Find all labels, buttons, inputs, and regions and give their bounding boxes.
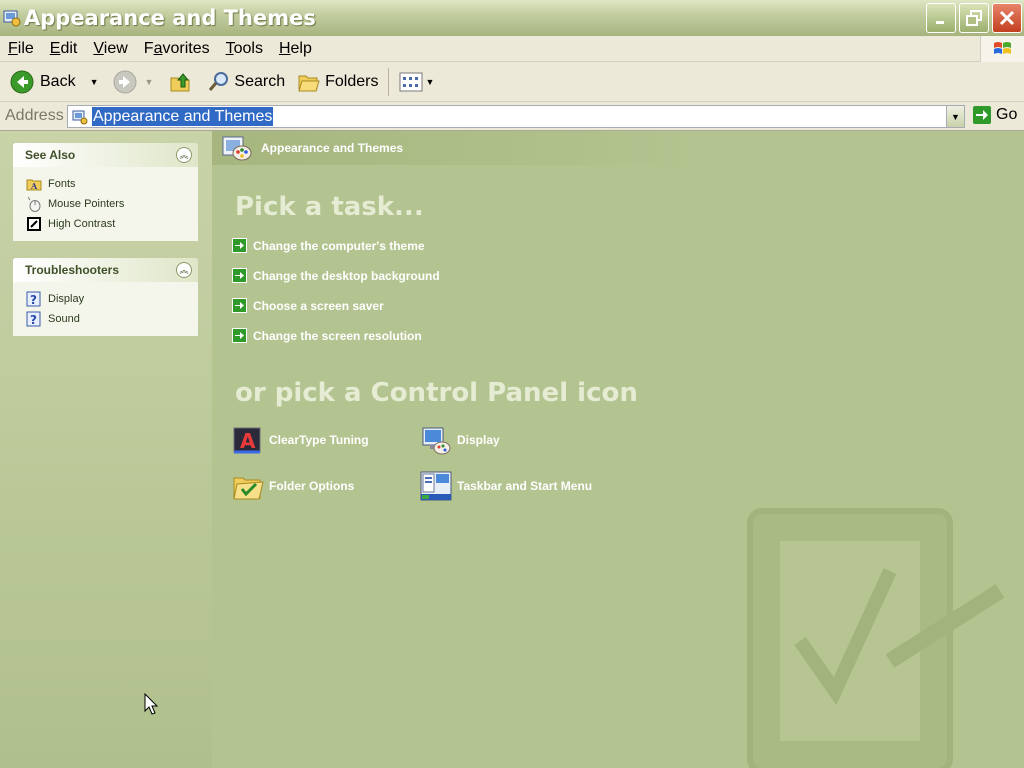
help-icon: ?	[26, 311, 41, 327]
help-icon: ?	[26, 291, 41, 307]
restore-icon	[966, 10, 982, 26]
troubleshooters-panel: Troubleshooters ︽ ? Display ? Sound	[13, 258, 198, 336]
control-panel-small-icon	[72, 110, 88, 124]
see-also-panel: See Also ︽ A Fonts Mouse Pointers High C…	[13, 143, 198, 241]
menu-bar: File Edit View Favorites Tools Help	[0, 36, 1024, 62]
cp-icon-display[interactable]: Display	[420, 424, 500, 456]
address-label: Address	[5, 107, 64, 124]
search-button[interactable]: Search	[203, 66, 289, 98]
views-icon	[399, 72, 423, 91]
folders-label: Folders	[325, 72, 379, 90]
forward-dropdown-icon[interactable]: ▼	[145, 77, 154, 87]
collapse-chevron-icon[interactable]: ︽	[176, 147, 192, 163]
cleartype-icon: A	[233, 427, 261, 454]
folder-options-icon	[233, 477, 264, 500]
task-pane: See Also ︽ A Fonts Mouse Pointers High C…	[0, 131, 212, 768]
see-also-high-contrast[interactable]: High Contrast	[26, 214, 198, 234]
see-also-fonts[interactable]: A Fonts	[26, 174, 198, 194]
views-button[interactable]: ▼	[395, 66, 438, 98]
address-bar: Address Appearance and Themes ▼ Go	[0, 102, 1024, 131]
pick-task-heading: Pick a task...	[235, 192, 424, 222]
folders-button[interactable]: Folders	[293, 66, 382, 98]
menu-edit[interactable]: Edit	[42, 40, 86, 58]
go-arrow-icon	[973, 106, 991, 124]
category-title: Appearance and Themes	[261, 141, 404, 155]
watermark-checklist-icon	[747, 508, 1005, 768]
menu-file[interactable]: File	[0, 40, 42, 58]
close-button[interactable]	[992, 3, 1022, 33]
menu-favorites[interactable]: Favorites	[136, 40, 218, 58]
display-icon	[422, 427, 451, 455]
title-bar[interactable]: Appearance and Themes	[0, 0, 1024, 36]
cp-icon-cleartype[interactable]: A ClearType Tuning	[232, 424, 369, 456]
green-arrow-icon	[232, 238, 247, 253]
category-header: Appearance and Themes	[212, 131, 1024, 165]
window-title: Appearance and Themes	[24, 6, 316, 30]
views-dropdown-icon[interactable]: ▼	[425, 77, 434, 87]
cp-icon-folder-options[interactable]: Folder Options	[232, 470, 354, 502]
close-icon	[999, 10, 1015, 26]
minimize-icon	[936, 21, 944, 24]
high-contrast-icon	[27, 217, 41, 231]
troubleshooters-header[interactable]: Troubleshooters ︽	[13, 258, 198, 282]
search-icon	[209, 71, 229, 91]
menu-tools[interactable]: Tools	[218, 40, 271, 58]
mouse-icon	[28, 196, 41, 212]
forward-button[interactable]: ▼	[109, 66, 158, 98]
address-dropdown-button[interactable]: ▼	[946, 106, 964, 127]
appearance-themes-icon	[222, 136, 252, 161]
green-arrow-icon	[232, 328, 247, 343]
back-button[interactable]: Back ▼	[6, 66, 103, 98]
category-view: Appearance and Themes Pick a task... Cha…	[212, 131, 1024, 768]
toolbar: Back ▼ ▼ Search Folders ▼	[0, 62, 1024, 102]
content-area: See Also ︽ A Fonts Mouse Pointers High C…	[0, 131, 1024, 768]
see-also-title: See Also	[25, 148, 76, 162]
windows-logo	[980, 36, 1024, 62]
see-also-mouse-pointers[interactable]: Mouse Pointers	[26, 194, 198, 214]
windows-flag-icon	[993, 42, 1011, 54]
pick-icon-heading: or pick a Control Panel icon	[235, 378, 638, 408]
fonts-folder-icon: A	[26, 179, 42, 191]
svg-text:?: ?	[30, 293, 37, 307]
task-change-background[interactable]: Change the desktop background	[232, 268, 440, 283]
go-label: Go	[996, 106, 1018, 123]
see-also-header[interactable]: See Also ︽	[13, 143, 198, 167]
troubleshooters-title: Troubleshooters	[25, 263, 120, 277]
menu-help[interactable]: Help	[271, 40, 320, 58]
chevron-down-icon: ▼	[951, 111, 960, 122]
green-arrow-icon	[232, 268, 247, 283]
back-arrow-icon	[10, 70, 34, 93]
up-folder-button[interactable]	[165, 66, 197, 98]
up-folder-icon	[170, 72, 190, 91]
task-change-theme[interactable]: Change the computer's theme	[232, 238, 425, 253]
cp-icon-taskbar[interactable]: Taskbar and Start Menu	[420, 470, 592, 502]
folders-icon	[298, 75, 320, 91]
minimize-button[interactable]	[926, 3, 956, 33]
toolbar-separator	[388, 67, 390, 96]
collapse-chevron-icon[interactable]: ︽	[176, 262, 192, 278]
go-button[interactable]: Go	[972, 105, 1017, 125]
troubleshooter-sound[interactable]: ? Sound	[26, 309, 198, 329]
task-choose-screensaver[interactable]: Choose a screen saver	[232, 298, 384, 313]
control-panel-icon	[3, 10, 21, 27]
address-value: Appearance and Themes	[92, 107, 274, 126]
restore-button[interactable]	[959, 3, 989, 33]
taskbar-icon	[420, 471, 452, 501]
svg-text:?: ?	[30, 313, 37, 327]
back-label: Back	[40, 72, 76, 90]
svg-text:A: A	[30, 181, 38, 191]
troubleshooter-display[interactable]: ? Display	[26, 289, 198, 309]
task-change-resolution[interactable]: Change the screen resolution	[232, 328, 422, 343]
mouse-cursor-icon	[144, 693, 159, 715]
svg-text:A: A	[240, 429, 256, 453]
address-input[interactable]: Appearance and Themes ▼	[67, 105, 965, 128]
menu-view[interactable]: View	[85, 40, 135, 58]
search-label: Search	[234, 72, 286, 90]
green-arrow-icon	[232, 298, 247, 313]
back-dropdown-icon[interactable]: ▼	[90, 77, 99, 87]
forward-arrow-icon	[113, 70, 136, 93]
